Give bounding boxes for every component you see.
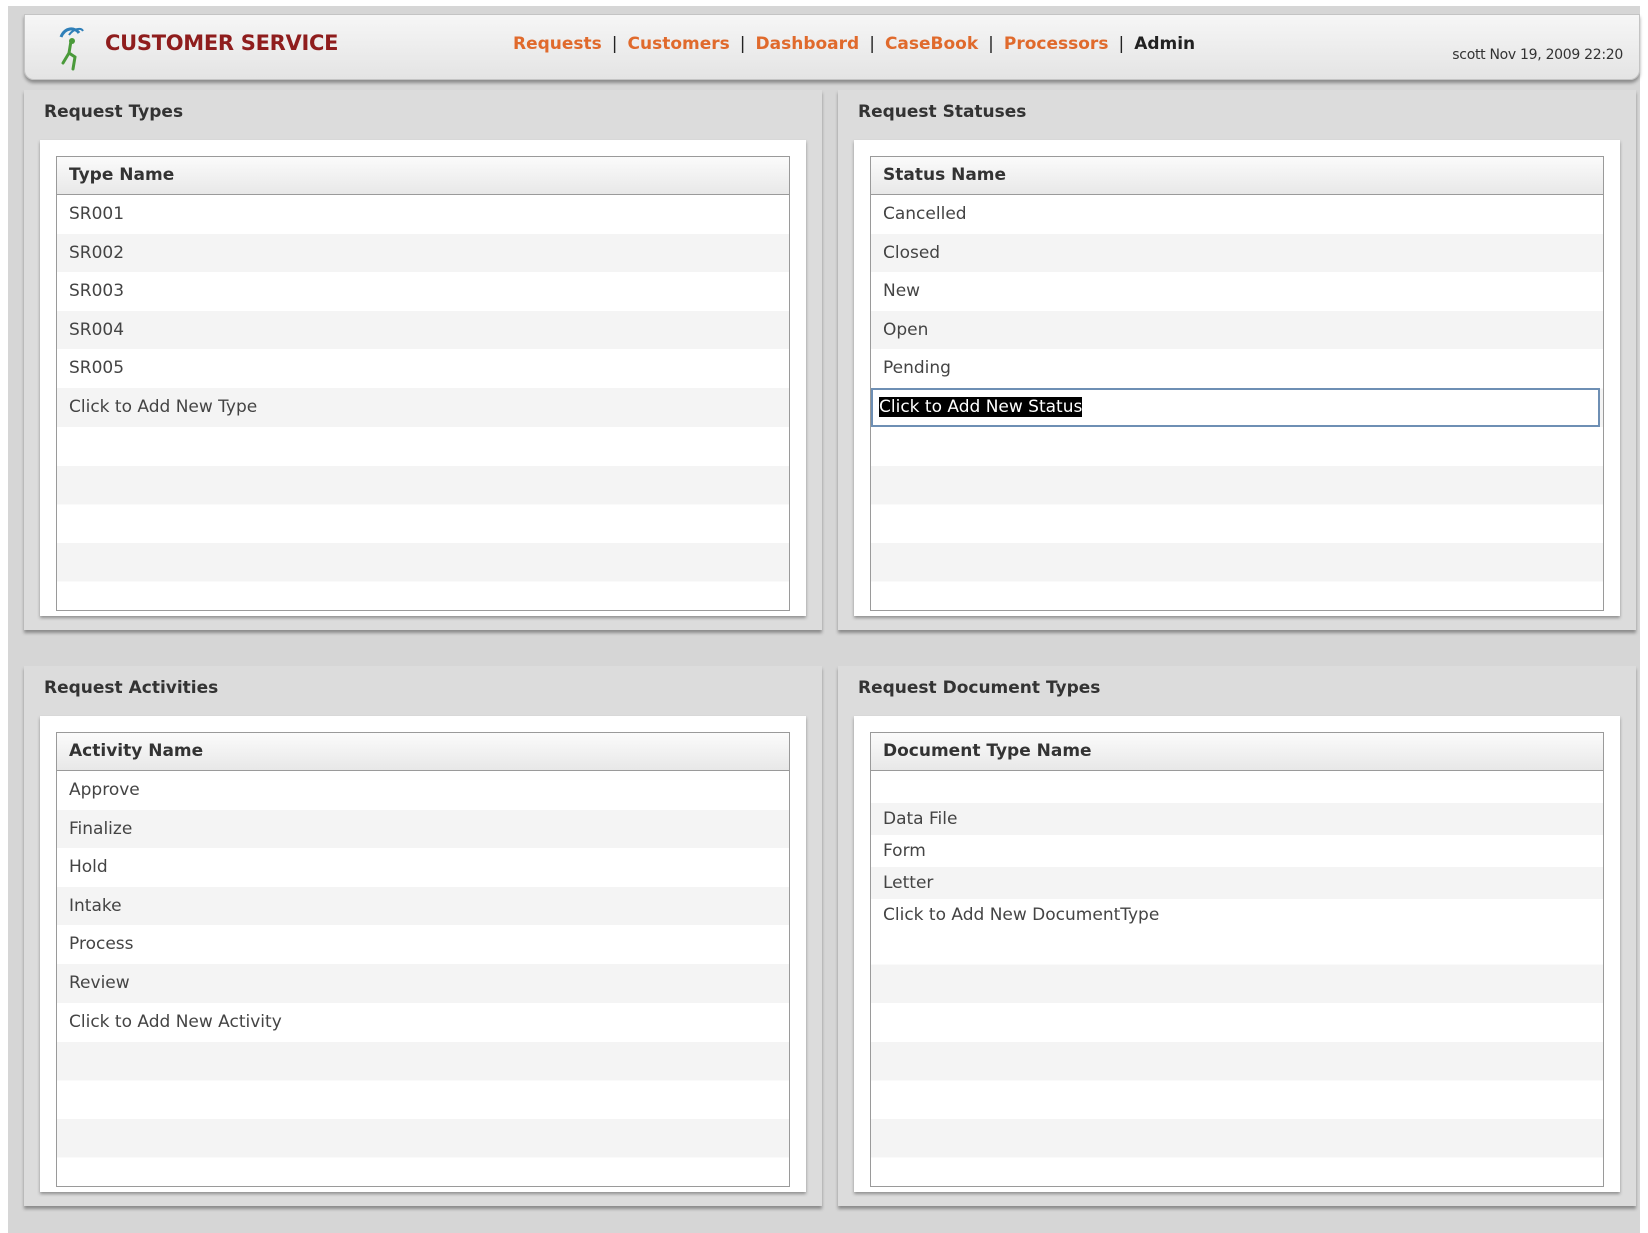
request-types-grid: Type Name SR001 SR002 SR003 SR004 SR005 … <box>56 156 790 611</box>
nav-separator: | <box>1118 34 1125 54</box>
add-new-activity-row[interactable]: Click to Add New Activity <box>57 1002 789 1042</box>
column-header[interactable]: Document Type Name <box>871 733 1603 771</box>
request-types-panel: Request Types Type Name SR001 SR002 SR00… <box>24 90 822 630</box>
panel-body: Type Name SR001 SR002 SR003 SR004 SR005 … <box>40 140 806 616</box>
request-statuses-grid: Status Name Cancelled Closed New Open Pe… <box>870 156 1604 611</box>
request-activities-panel: Request Activities Activity Name Approve… <box>24 666 822 1206</box>
request-document-types-grid: Document Type Name Data File Form Letter… <box>870 732 1604 1187</box>
table-row[interactable]: Pending <box>871 349 1603 388</box>
nav-separator: | <box>739 34 746 54</box>
nav-separator: | <box>869 34 875 54</box>
table-row[interactable]: SR003 <box>57 272 789 311</box>
table-row[interactable]: Hold <box>57 848 789 887</box>
nav-customers[interactable]: Customers <box>628 34 730 54</box>
table-row[interactable]: Data File <box>871 803 1603 835</box>
main-nav: Requests | Customers | Dashboard | CaseBook | Pr… <box>513 34 1195 54</box>
table-row[interactable]: Approve <box>57 771 789 810</box>
app-window: CUSTOMER SERVICE Requests | Customers | Dash… <box>8 6 1640 1233</box>
table-row[interactable]: New <box>871 272 1603 311</box>
column-header[interactable]: Activity Name <box>57 733 789 771</box>
panel-body: Status Name Cancelled Closed New Open Pe… <box>854 140 1620 616</box>
top-header: CUSTOMER SERVICE Requests | Customers | Dash… <box>24 14 1640 80</box>
panel-title: Request Document Types <box>858 678 1101 698</box>
nav-processors[interactable]: Processors <box>1004 34 1109 54</box>
table-row[interactable]: Intake <box>57 886 789 926</box>
request-statuses-panel: Request Statuses Status Name Cancelled C… <box>838 90 1636 630</box>
table-row[interactable]: Letter <box>871 867 1603 899</box>
add-new-status-input[interactable]: Click to Add New Status <box>871 387 1600 427</box>
panel-body: Document Type Name Data File Form Letter… <box>854 716 1620 1192</box>
nav-dashboard[interactable]: Dashboard <box>756 34 860 54</box>
nav-casebook[interactable]: CaseBook <box>885 34 978 54</box>
table-row[interactable]: SR001 <box>57 195 789 234</box>
table-row[interactable]: Review <box>57 963 789 1003</box>
table-row[interactable]: SR004 <box>57 310 789 350</box>
nav-separator: | <box>988 34 994 54</box>
table-row[interactable]: Finalize <box>57 809 789 849</box>
selected-text[interactable]: Click to Add New Status <box>879 396 1083 417</box>
nav-admin[interactable]: Admin <box>1134 34 1195 54</box>
add-new-type-row[interactable]: Click to Add New Type <box>57 387 789 427</box>
nav-separator: | <box>611 34 618 54</box>
request-activities-grid: Activity Name Approve Finalize Hold Inta… <box>56 732 790 1187</box>
panel-title: Request Activities <box>44 678 219 698</box>
column-header[interactable]: Status Name <box>871 157 1603 195</box>
user-session-info: scott Nov 19, 2009 22:20 <box>1452 47 1623 63</box>
nav-requests[interactable]: Requests <box>513 34 602 54</box>
table-row[interactable]: Process <box>57 925 789 964</box>
panel-title: Request Types <box>44 102 184 122</box>
request-document-types-panel: Request Document Types Document Type Nam… <box>838 666 1636 1206</box>
panel-body: Activity Name Approve Finalize Hold Inta… <box>40 716 806 1192</box>
table-row[interactable]: Open <box>871 310 1603 350</box>
table-row[interactable]: SR005 <box>57 349 789 388</box>
table-row[interactable]: SR002 <box>57 233 789 273</box>
app-title: CUSTOMER SERVICE <box>105 31 339 55</box>
table-row[interactable]: Closed <box>871 233 1603 273</box>
logo-icon <box>59 27 84 71</box>
table-row[interactable] <box>871 771 1603 803</box>
column-header[interactable]: Type Name <box>57 157 789 195</box>
table-row[interactable]: Form <box>871 835 1603 867</box>
add-new-documenttype-row[interactable]: Click to Add New DocumentType <box>871 899 1603 931</box>
panel-title: Request Statuses <box>858 102 1027 122</box>
table-row[interactable]: Cancelled <box>871 195 1603 234</box>
